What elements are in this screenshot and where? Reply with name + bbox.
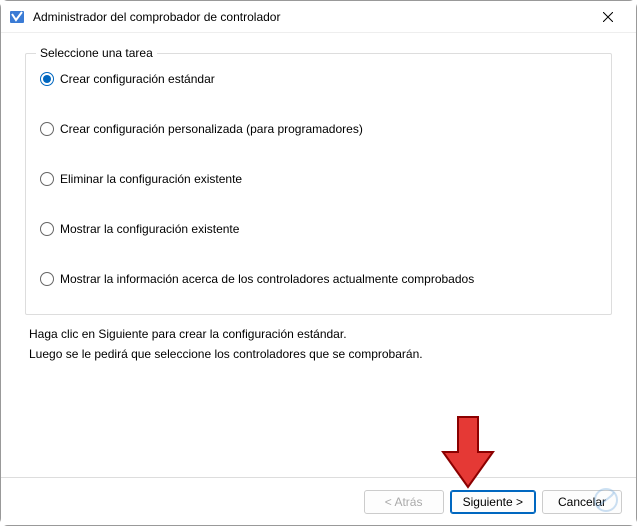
cancel-button[interactable]: Cancelar [542, 490, 622, 514]
close-button[interactable] [588, 3, 628, 31]
info-line-1: Haga clic en Siguiente para crear la con… [25, 327, 612, 341]
next-button[interactable]: Siguiente > [450, 490, 536, 514]
radio-option-standard[interactable]: Crear configuración estándar [40, 72, 597, 86]
close-icon [603, 12, 613, 22]
titlebar: Administrador del comprobador de control… [1, 1, 636, 33]
radio-label: Crear configuración personalizada (para … [60, 122, 363, 136]
task-fieldset: Seleccione una tarea Crear configuración… [25, 53, 612, 315]
info-line-2: Luego se le pedirá que seleccione los co… [25, 347, 612, 361]
content-area: Seleccione una tarea Crear configuración… [1, 33, 636, 361]
radio-option-show-drivers[interactable]: Mostrar la información acerca de los con… [40, 272, 597, 286]
back-button: < Atrás [364, 490, 444, 514]
radio-icon [40, 222, 54, 236]
radio-label: Eliminar la configuración existente [60, 172, 242, 186]
radio-option-show-config[interactable]: Mostrar la configuración existente [40, 222, 597, 236]
radio-icon [40, 72, 54, 86]
radio-label: Mostrar la información acerca de los con… [60, 272, 474, 286]
app-icon [9, 9, 25, 25]
radio-option-custom[interactable]: Crear configuración personalizada (para … [40, 122, 597, 136]
radio-icon [40, 172, 54, 186]
radio-icon [40, 272, 54, 286]
radio-icon [40, 122, 54, 136]
fieldset-legend: Seleccione una tarea [36, 46, 157, 60]
radio-label: Crear configuración estándar [60, 72, 215, 86]
radio-label: Mostrar la configuración existente [60, 222, 239, 236]
radio-option-remove[interactable]: Eliminar la configuración existente [40, 172, 597, 186]
footer-buttons: < Atrás Siguiente > Cancelar [1, 477, 636, 525]
window-title: Administrador del comprobador de control… [33, 10, 588, 24]
